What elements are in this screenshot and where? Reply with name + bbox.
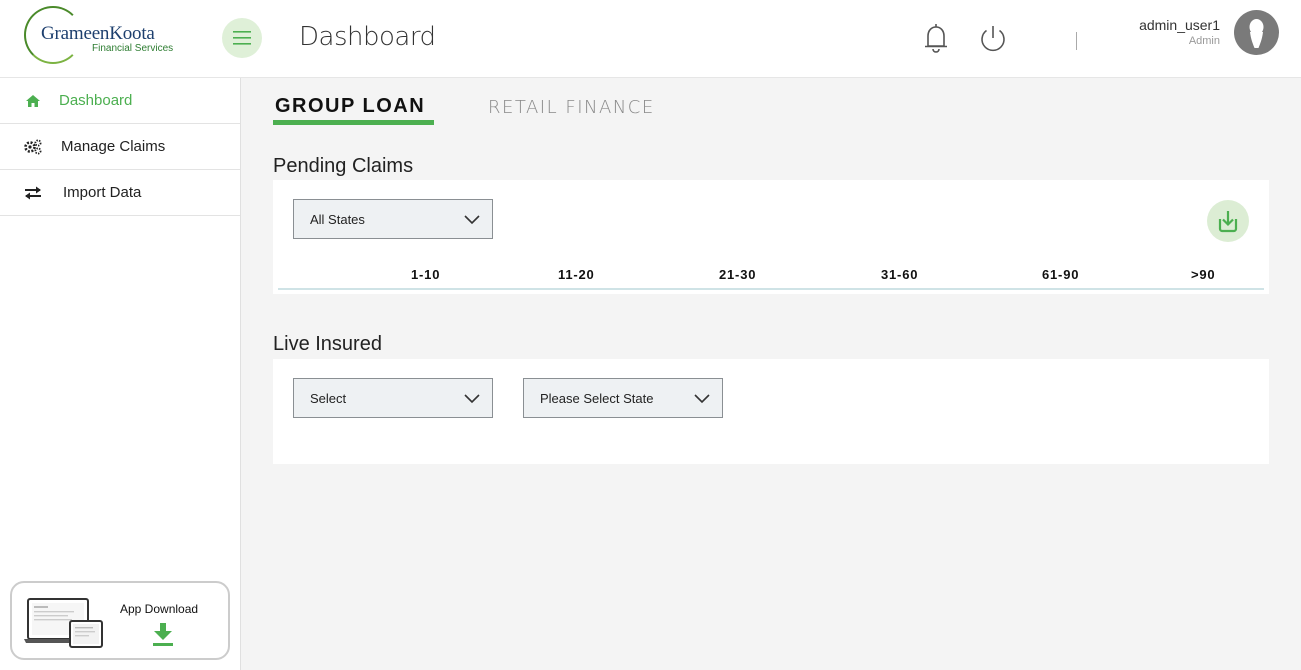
- sidebar-item-dashboard[interactable]: Dashboard: [0, 78, 240, 124]
- table-header-divider: [278, 288, 1264, 290]
- sidebar-item-label: Dashboard: [59, 92, 133, 109]
- power-icon: [981, 26, 1005, 52]
- gears-icon: [24, 139, 42, 155]
- sidebar-item-import-data[interactable]: Import Data: [0, 170, 240, 216]
- logout-button[interactable]: [975, 20, 1011, 56]
- logo-name: GrameenKoota: [41, 23, 155, 44]
- sidebar-item-manage-claims[interactable]: Manage Claims: [0, 124, 240, 170]
- type-select[interactable]: Select: [293, 378, 493, 418]
- bell-icon: [925, 24, 947, 53]
- app-download-card[interactable]: App Download: [10, 581, 230, 660]
- live-insured-card: Select Please Select State: [273, 359, 1269, 464]
- chevron-down-icon: [464, 394, 480, 404]
- transfer-arrows-icon: [24, 185, 42, 201]
- notifications-button[interactable]: [918, 20, 954, 56]
- sidebar-item-label: Import Data: [63, 184, 142, 201]
- column-header: 61-90: [1042, 267, 1080, 282]
- pending-claims-card: All States 1-10 11-20 21-30 31-60 61-90 …: [273, 180, 1269, 294]
- pending-claims-title: Pending Claims: [273, 155, 414, 177]
- column-header: >90: [1191, 267, 1216, 282]
- user-silhouette-icon: [1249, 19, 1264, 48]
- user-avatar[interactable]: [1234, 10, 1279, 55]
- page-title: Dashboard: [299, 22, 436, 52]
- state-select-value: All States: [310, 211, 365, 227]
- tab-group-loan[interactable]: GROUP LOAN: [275, 95, 425, 118]
- sidebar: Dashboard Manage Claims Import Data App …: [0, 78, 241, 670]
- column-header: 1-10: [411, 267, 441, 282]
- live-insured-title: Live Insured: [273, 333, 382, 355]
- column-header: 11-20: [558, 267, 595, 282]
- hamburger-icon: [233, 31, 251, 45]
- sidebar-item-label: Manage Claims: [61, 138, 166, 155]
- state-select[interactable]: All States: [293, 199, 493, 239]
- company-logo[interactable]: GrameenKoota Financial Services: [24, 6, 184, 66]
- home-icon: [24, 93, 42, 109]
- download-icon: [153, 623, 173, 646]
- top-header: GrameenKoota Financial Services Dashboar…: [0, 0, 1301, 78]
- header-divider: [1076, 32, 1077, 50]
- export-download-button[interactable]: [1207, 200, 1249, 242]
- column-header: 21-30: [719, 267, 757, 282]
- devices-illustration: [24, 598, 103, 648]
- chevron-down-icon: [694, 394, 710, 404]
- user-name: admin_user1: [1139, 17, 1220, 33]
- logo-subtitle: Financial Services: [92, 43, 174, 54]
- app-download-label: App Download: [120, 602, 199, 616]
- chevron-down-icon: [464, 215, 480, 225]
- state-select-live-insured[interactable]: Please Select State: [523, 378, 723, 418]
- tab-retail-finance[interactable]: RETAIL FINANCE: [488, 97, 655, 118]
- column-header: 31-60: [881, 267, 919, 282]
- download-tray-icon: [1218, 211, 1238, 233]
- type-select-value: Select: [310, 390, 347, 406]
- state-select-value: Please Select State: [540, 390, 654, 406]
- hamburger-menu-button[interactable]: [222, 18, 262, 58]
- user-role: Admin: [1188, 35, 1220, 47]
- active-tab-indicator: [273, 120, 434, 125]
